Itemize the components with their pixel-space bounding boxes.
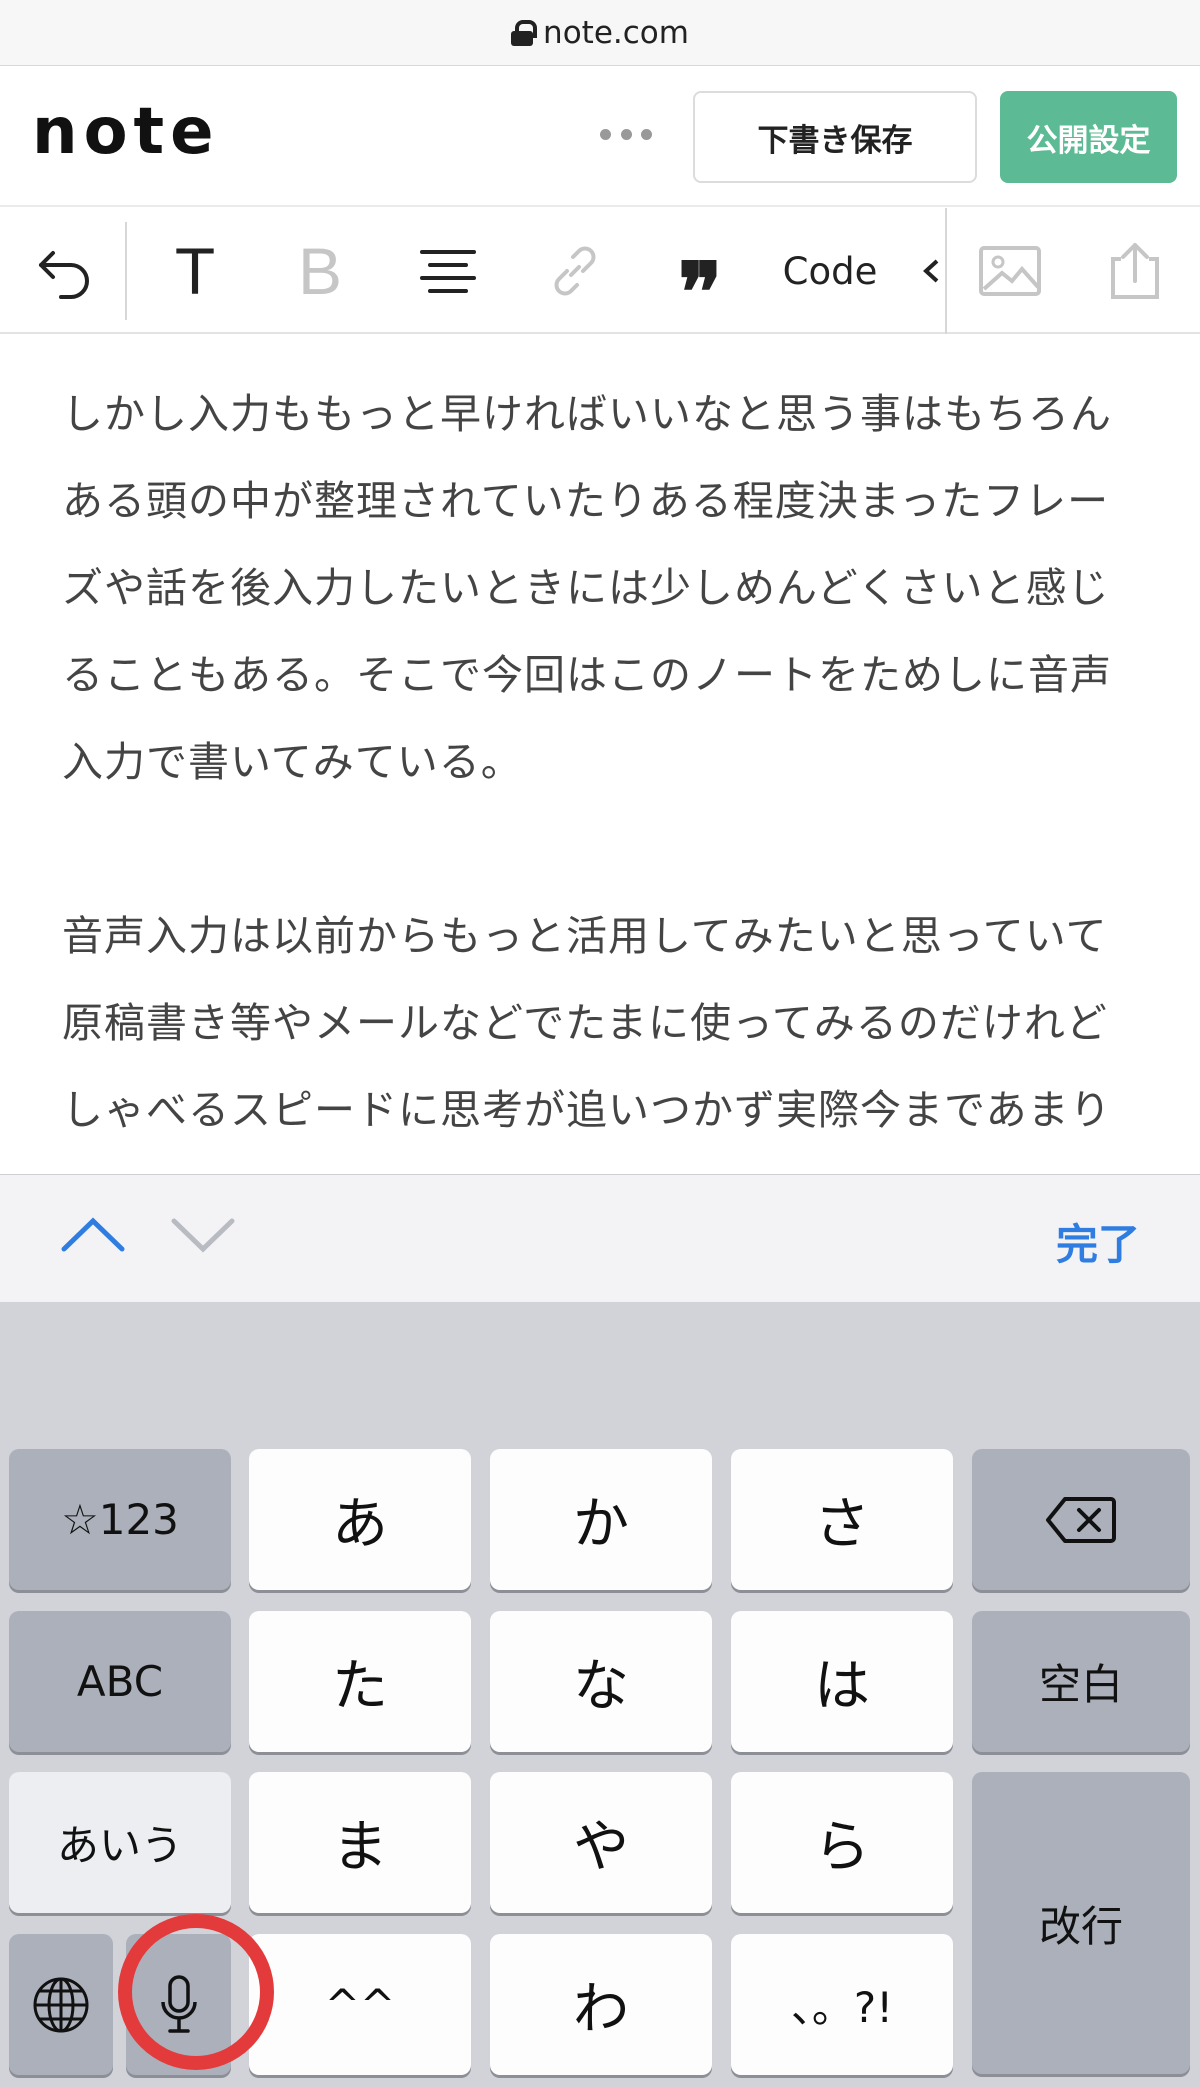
text-style-button[interactable]: T	[160, 208, 230, 334]
chevron-up-icon[interactable]	[58, 1205, 128, 1265]
emoticon-key[interactable]: ^^	[249, 1934, 471, 2075]
article-paragraph[interactable]: 音声入力は以前からもっと活用してみたいと思っていて原稿書き等やメールなどでたまに…	[62, 893, 1142, 1174]
url-text: note.com	[543, 14, 689, 51]
globe-icon	[33, 1977, 89, 2032]
format-toolbar: T B ❞ Code	[0, 208, 1200, 334]
punctuation-key[interactable]: 、。?!	[731, 1934, 953, 2075]
bold-button[interactable]: B	[285, 208, 355, 334]
save-draft-button[interactable]: 下書き保存	[693, 91, 977, 183]
return-key[interactable]: 改行	[972, 1772, 1190, 2074]
upload-icon[interactable]	[1100, 208, 1170, 334]
key-sa[interactable]: さ	[731, 1449, 953, 1590]
key-ya[interactable]: や	[490, 1772, 712, 1913]
highlight-circle	[118, 1914, 274, 2070]
link-icon[interactable]	[540, 208, 610, 334]
keyboard-accessory-bar: 完了	[0, 1174, 1200, 1302]
code-button[interactable]: Code	[775, 208, 885, 334]
publish-settings-button[interactable]: 公開設定	[1000, 91, 1177, 183]
hiragana-mode-key[interactable]: あいう	[9, 1772, 231, 1913]
globe-key[interactable]	[9, 1934, 113, 2075]
key-wa[interactable]: わ	[490, 1934, 712, 2075]
lock-icon	[511, 19, 538, 46]
image-icon[interactable]	[975, 208, 1045, 334]
toolbar-divider	[125, 222, 127, 320]
key-ra[interactable]: ら	[731, 1772, 953, 1913]
chevron-left-icon	[920, 208, 942, 334]
abc-key[interactable]: ABC	[9, 1611, 231, 1752]
space-key[interactable]: 空白	[972, 1611, 1190, 1752]
key-ka[interactable]: か	[490, 1449, 712, 1590]
backspace-key[interactable]	[972, 1449, 1190, 1590]
editor-header: note 下書き保存 公開設定	[0, 67, 1200, 207]
done-button[interactable]: 完了	[1056, 1211, 1140, 1272]
note-logo[interactable]: note	[32, 95, 220, 169]
key-ha[interactable]: は	[731, 1611, 953, 1752]
toolbar-divider	[945, 208, 947, 334]
backspace-icon	[1046, 1496, 1116, 1543]
undo-icon[interactable]	[30, 208, 100, 334]
key-na[interactable]: な	[490, 1611, 712, 1752]
address-bar[interactable]: note.com	[0, 0, 1200, 66]
more-options-icon[interactable]	[600, 129, 652, 141]
numbers-key[interactable]: ☆123	[9, 1449, 231, 1590]
article-paragraph[interactable]: しかし入力ももっと早ければいいなと思う事はもちろんある頭の中が整理されていたりあ…	[62, 371, 1142, 806]
key-ta[interactable]: た	[249, 1611, 471, 1752]
key-a[interactable]: あ	[249, 1449, 471, 1590]
key-ma[interactable]: ま	[249, 1772, 471, 1913]
align-icon[interactable]	[413, 208, 483, 334]
chevron-down-icon[interactable]	[168, 1205, 238, 1265]
article-body[interactable]: しかし入力ももっと早ければいいなと思う事はもちろんある頭の中が整理されていたりあ…	[0, 336, 1200, 1174]
